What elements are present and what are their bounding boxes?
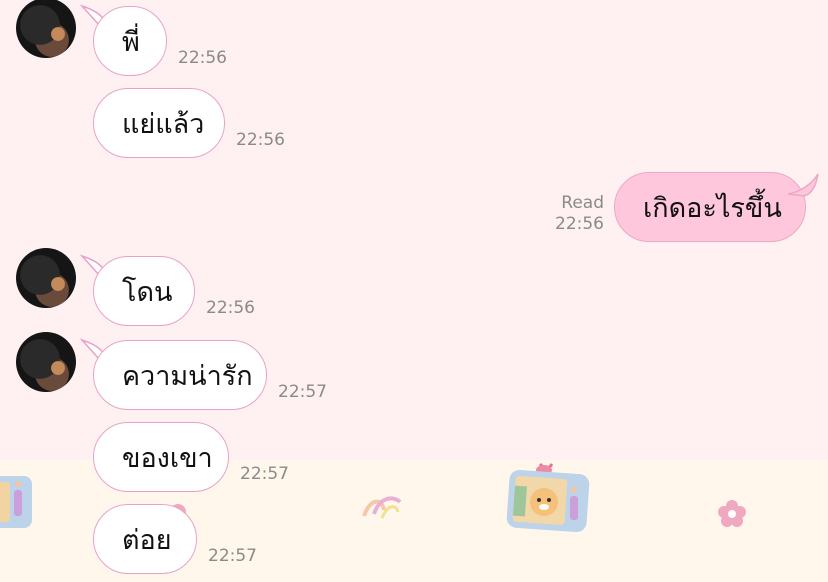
message-text: พี่ <box>122 26 140 58</box>
message-text: โดน <box>122 276 173 308</box>
message-time: 22:57 <box>208 546 257 566</box>
confetti-ribbon-icon <box>362 496 402 519</box>
contact-avatar[interactable] <box>16 0 76 58</box>
contact-avatar[interactable] <box>16 248 76 308</box>
message-text: แย่แล้ว <box>122 108 205 140</box>
message-time: 22:56 <box>206 298 255 318</box>
message-bubble[interactable]: ความน่ารัก <box>93 340 267 410</box>
tiger-tv-sticker-icon <box>506 462 590 533</box>
tv-sticker-icon <box>0 476 32 528</box>
pink-flower-icon <box>718 500 746 527</box>
message-bubble[interactable]: โดน <box>93 256 195 326</box>
message-time: 22:56 <box>555 214 604 234</box>
message-meta: Read 22:56 <box>540 193 604 235</box>
contact-avatar[interactable] <box>16 332 76 392</box>
message-bubble[interactable]: ต่อย <box>93 504 197 574</box>
message-text: ของเขา <box>122 442 213 474</box>
message-text: เกิดอะไรขึ้น <box>643 192 782 224</box>
message-text: ต่อย <box>122 524 172 556</box>
message-bubble[interactable]: แย่แล้ว <box>93 88 225 158</box>
message-text: ความน่ารัก <box>122 360 253 392</box>
outgoing-message-bubble[interactable]: เกิดอะไรขึ้น <box>614 172 806 242</box>
message-time: 22:56 <box>178 48 227 68</box>
message-time: 22:57 <box>240 464 289 484</box>
message-time: 22:57 <box>278 382 327 402</box>
bubble-tail <box>787 173 819 197</box>
message-bubble[interactable]: ของเขา <box>93 422 229 492</box>
message-bubble[interactable]: พี่ <box>93 6 167 76</box>
read-status: Read <box>561 193 604 213</box>
message-time: 22:56 <box>236 130 285 150</box>
